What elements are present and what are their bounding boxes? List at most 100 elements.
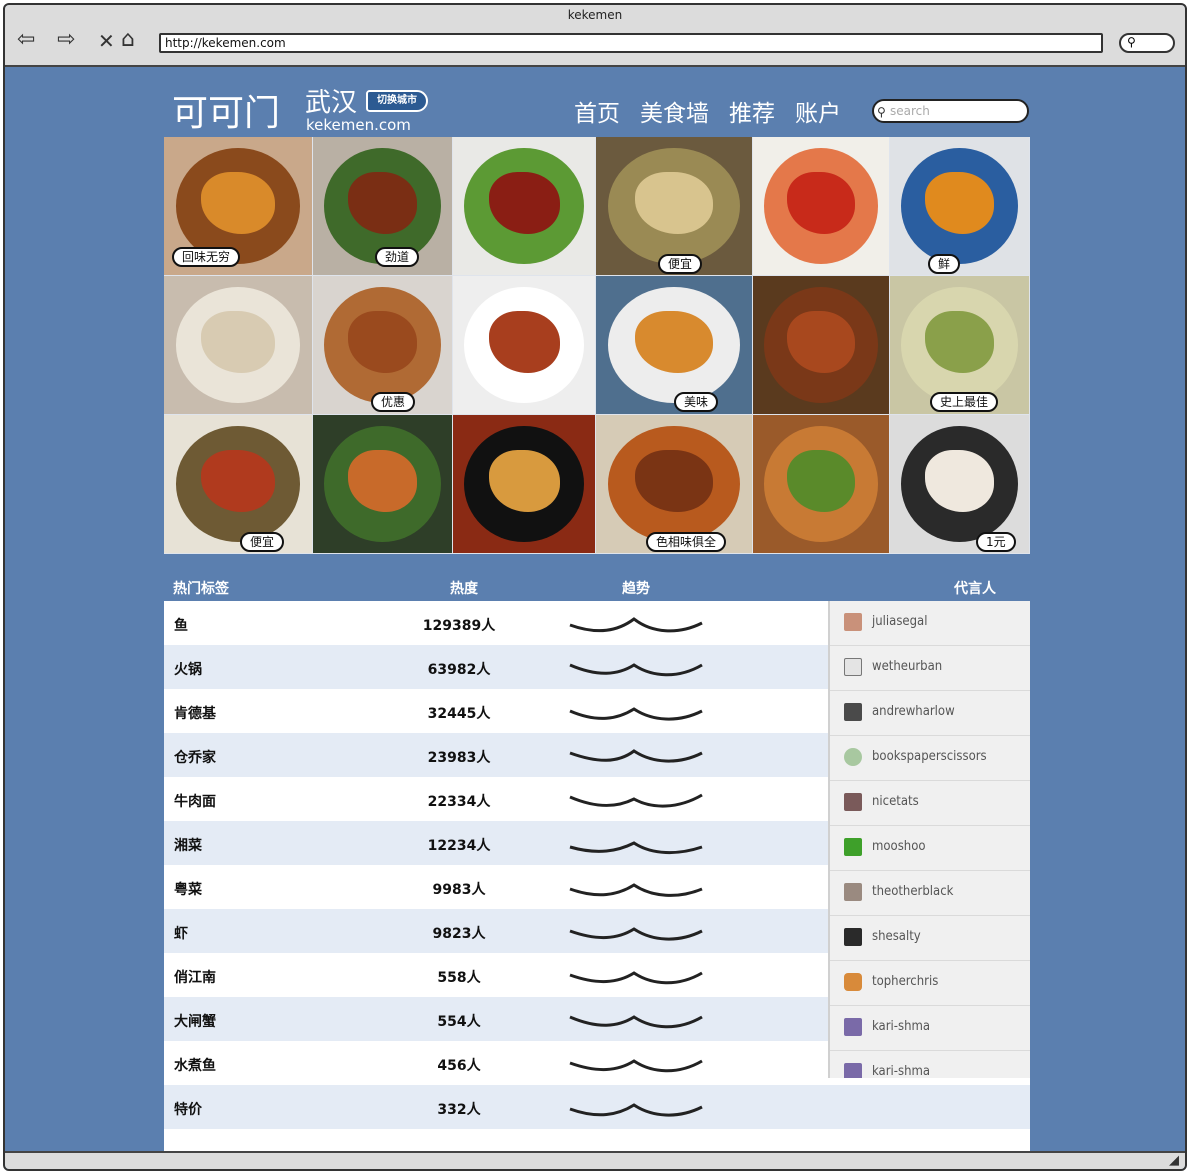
food-photo[interactable]: 便宜 [164, 415, 313, 554]
photo-tag-bubble[interactable]: 1元 [976, 532, 1016, 552]
table-row[interactable]: 湘菜 12234人 [164, 821, 830, 865]
spokesperson-item[interactable]: shesalty [830, 916, 1030, 961]
spokesperson-item[interactable]: nicetats [830, 781, 1030, 826]
photo-tag-bubble[interactable]: 史上最佳 [930, 392, 999, 412]
spokesperson-name[interactable]: theotherblack [872, 884, 953, 899]
food-photo[interactable] [753, 415, 890, 554]
spokesperson-name[interactable]: kari-shma [872, 1064, 930, 1078]
food-photo[interactable] [453, 276, 596, 415]
table-row[interactable]: 大闸蟹 554人 [164, 997, 830, 1041]
spokesperson-name[interactable]: topherchris [872, 974, 938, 989]
spokesperson-item[interactable]: wetheurban [830, 646, 1030, 691]
tag-name[interactable]: 湘菜 [174, 835, 202, 855]
food-photo[interactable] [453, 137, 596, 276]
food-photo[interactable] [164, 276, 313, 415]
trend-sparkline [569, 793, 703, 808]
trend-sparkline [569, 883, 703, 897]
photo-tag-bubble[interactable]: 劲道 [375, 247, 420, 267]
spokesperson-item[interactable]: juliasegal [830, 601, 1030, 646]
table-row[interactable]: 俏江南 558人 [164, 953, 830, 997]
heat-count: 9823人 [432, 926, 486, 942]
food-photo[interactable]: 劲道 [313, 137, 453, 276]
spokesperson-name[interactable]: shesalty [872, 929, 921, 944]
food-photo[interactable]: 美味 [596, 276, 753, 415]
home-icon[interactable]: ⌂ [121, 27, 135, 52]
food-photo[interactable] [313, 415, 453, 554]
table-row[interactable]: 牛肉面 22334人 [164, 777, 830, 821]
table-row[interactable]: 水煮鱼 456人 [164, 1041, 830, 1085]
avatar [844, 838, 862, 856]
table-row[interactable]: 虾 9823人 [164, 909, 830, 953]
spokesperson-item[interactable]: topherchris [830, 961, 1030, 1006]
spokesperson-name[interactable]: andrewharlow [872, 704, 955, 719]
tag-name[interactable]: 特价 [174, 1099, 202, 1119]
photo-tag-bubble[interactable]: 便宜 [658, 254, 703, 274]
photo-tag-bubble[interactable]: 鲜 [928, 254, 961, 274]
close-icon[interactable]: ✕ [98, 29, 115, 53]
food-photo[interactable]: 便宜 [596, 137, 753, 276]
spokesperson-item[interactable]: theotherblack [830, 871, 1030, 916]
table-row[interactable]: 火锅 63982人 [164, 645, 830, 689]
col-trend: 趋势 [622, 581, 650, 597]
forward-arrow-icon[interactable]: ⇨ [57, 27, 75, 52]
nav-recommend[interactable]: 推荐 [729, 94, 775, 128]
avatar [844, 1018, 862, 1036]
tag-name[interactable]: 肯德基 [174, 703, 216, 723]
tag-name[interactable]: 仓乔家 [174, 747, 216, 767]
nav-home[interactable]: 首页 [574, 94, 620, 128]
back-arrow-icon[interactable]: ⇦ [17, 27, 35, 52]
table-row[interactable]: 仓乔家 23983人 [164, 733, 830, 777]
heat-count: 332人 [437, 1102, 481, 1118]
food-photo[interactable] [753, 276, 890, 415]
spokesperson-name[interactable]: kari-shma [872, 1019, 930, 1034]
spokesperson-item[interactable]: andrewharlow [830, 691, 1030, 736]
tag-name[interactable]: 鱼 [174, 615, 188, 635]
table-row[interactable]: 鱼 129389人 [164, 601, 830, 645]
photo-tag-bubble[interactable]: 色相味俱全 [646, 532, 727, 552]
food-photo[interactable]: 1元 [890, 415, 1030, 554]
food-photo[interactable]: 史上最佳 [890, 276, 1030, 415]
tag-name[interactable]: 牛肉面 [174, 791, 216, 811]
table-row[interactable]: 特价 332人 [164, 1085, 1030, 1129]
tag-name[interactable]: 粤菜 [174, 879, 202, 899]
spokesperson-item[interactable]: bookspaperscissors [830, 736, 1030, 781]
spokesperson-name[interactable]: mooshoo [872, 839, 926, 854]
food-photo[interactable] [753, 137, 890, 276]
spokesperson-item[interactable]: kari-shma [830, 1051, 1030, 1078]
tag-name[interactable]: 火锅 [174, 659, 202, 679]
food-photo[interactable]: 鲜 [890, 137, 1030, 276]
heat-count: 456人 [437, 1058, 481, 1074]
spokesperson-name[interactable]: wetheurban [872, 659, 942, 674]
browser-search-button[interactable]: ⚲ [1119, 33, 1175, 53]
spokesperson-name[interactable]: bookspaperscissors [872, 749, 987, 764]
photo-tag-bubble[interactable]: 优惠 [371, 392, 416, 412]
tag-name[interactable]: 水煮鱼 [174, 1055, 216, 1075]
food-photo-wall: 回味无穷 劲道 便宜 鲜 优惠 美味 史上最佳 便宜 色相味俱全 1元 [164, 137, 1030, 554]
spokesperson-name[interactable]: nicetats [872, 794, 919, 809]
col-hot-tags: 热门标签 [173, 581, 229, 597]
food-photo[interactable] [453, 415, 596, 554]
nav-food-wall[interactable]: 美食墙 [640, 94, 709, 128]
tag-name[interactable]: 俏江南 [174, 967, 216, 987]
main-nav: 首页 美食墙 推荐 账户 [574, 94, 841, 128]
resize-grip-icon[interactable]: ◢ [1169, 1153, 1179, 1168]
switch-city-button[interactable]: 切换城市 [366, 90, 428, 112]
food-photo[interactable]: 色相味俱全 [596, 415, 753, 554]
photo-tag-bubble[interactable]: 美味 [674, 392, 719, 412]
photo-tag-bubble[interactable]: 便宜 [240, 532, 285, 552]
table-row[interactable]: 肯德基 32445人 [164, 689, 830, 733]
search-input[interactable]: ⚲ search [872, 99, 1029, 123]
tag-name[interactable]: 虾 [174, 923, 188, 943]
food-photo[interactable]: 回味无穷 [164, 137, 313, 276]
site-logo[interactable]: 可可门 [172, 84, 280, 136]
table-row[interactable]: 粤菜 9983人 [164, 865, 830, 909]
spokesperson-item[interactable]: mooshoo [830, 826, 1030, 871]
food-photo[interactable]: 优惠 [313, 276, 453, 415]
nav-account[interactable]: 账户 [795, 94, 841, 128]
photo-tag-bubble[interactable]: 回味无穷 [172, 247, 241, 267]
heat-count: 12234人 [427, 838, 491, 854]
spokesperson-name[interactable]: juliasegal [872, 614, 927, 629]
tag-name[interactable]: 大闸蟹 [174, 1011, 216, 1031]
spokesperson-item[interactable]: kari-shma [830, 1006, 1030, 1051]
address-bar[interactable]: http://kekemen.com [159, 33, 1103, 53]
